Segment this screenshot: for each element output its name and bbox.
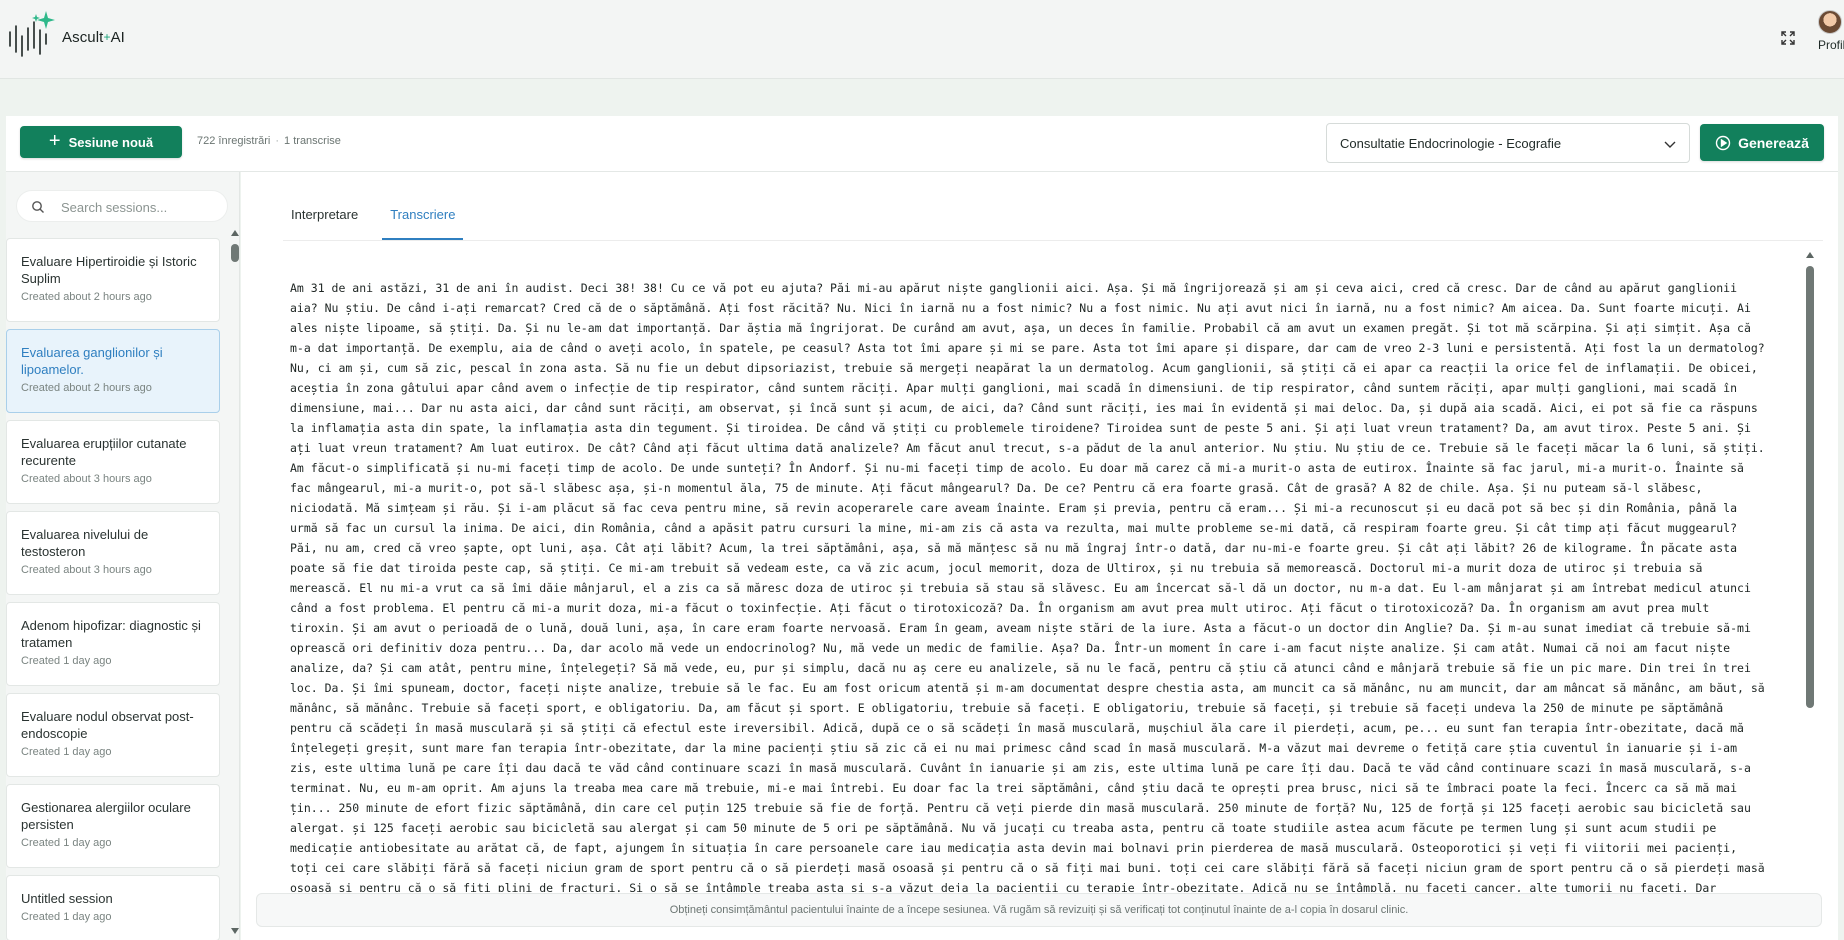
session-title: Evaluarea ganglionilor și lipoamelor. (21, 345, 163, 377)
session-title: Evaluarea nivelului de testosteron (21, 527, 149, 559)
consent-notice: Obțineți consimțământul pacientului înai… (256, 893, 1822, 927)
app-name: Ascult+AI (62, 29, 125, 46)
view-tabs: Interpretare Transcriere (283, 204, 479, 240)
session-created: Created about 2 hours ago (21, 291, 152, 303)
profile-label: Profil (1818, 38, 1844, 52)
session-item[interactable]: Evaluare nodul observat post-endoscopie … (6, 693, 220, 777)
session-item[interactable]: Evaluare Hipertiroidie și Istoric Suplim… (6, 238, 220, 322)
template-select-value: Consultatie Endocrinologie - Ecografie (1340, 135, 1562, 151)
sidebar-scrollbar[interactable] (230, 230, 240, 940)
transcript-text: Am 31 de ani astăzi, 31 de ani în audist… (290, 281, 1765, 892)
profile-menu[interactable]: Profil (1818, 10, 1844, 60)
search-box[interactable] (16, 190, 228, 222)
new-session-label: Sesiune nouă (68, 134, 154, 150)
session-title: Adenom hipofizar: diagnostic și tratamen (21, 618, 201, 650)
session-item[interactable]: Evaluarea erupțiilor cutanate recurente … (6, 420, 220, 504)
session-created: Created 1 day ago (21, 911, 112, 923)
session-created: Created 1 day ago (21, 837, 112, 849)
session-item[interactable]: Gestionarea alergiilor oculare persisten… (6, 784, 220, 868)
session-title: Evaluare Hipertiroidie și Istoric Suplim (21, 254, 197, 286)
chevron-down-icon (1664, 141, 1676, 148)
recordings-count: 722 înregistrări (197, 135, 271, 147)
session-item[interactable]: Adenom hipofizar: diagnostic și tratamen… (6, 602, 220, 686)
tabs-divider (283, 240, 1823, 241)
session-title: Gestionarea alergiilor oculare persisten (21, 800, 191, 832)
session-created: Created about 3 hours ago (21, 473, 152, 485)
scroll-thumb[interactable] (231, 244, 239, 262)
template-select[interactable]: Consultatie Endocrinologie - Ecografie (1326, 123, 1690, 163)
main-panel: Interpretare Transcriere Am 31 de ani as… (241, 172, 1838, 940)
recording-counts: 722 înregistrări · 1 transcrise (197, 135, 341, 147)
session-item[interactable]: Untitled session Created 1 day ago (6, 875, 220, 940)
search-input[interactable] (61, 197, 221, 217)
session-created: Created about 3 hours ago (21, 564, 152, 576)
top-bar: Ascult+AI Profil (0, 0, 1844, 79)
session-created: Created about 2 hours ago (21, 382, 152, 394)
tab-interpretare[interactable]: Interpretare (283, 204, 366, 240)
plus-icon: + (48, 130, 61, 152)
new-session-button[interactable]: + Sesiune nouă (20, 126, 182, 158)
scroll-down-arrow-icon[interactable] (231, 928, 239, 934)
session-created: Created 1 day ago (21, 655, 112, 667)
session-item-active[interactable]: Evaluarea ganglionilor și lipoamelor. Cr… (6, 329, 220, 413)
session-title: Evaluarea erupțiilor cutanate recurente (21, 436, 187, 468)
scroll-up-arrow-icon[interactable] (231, 230, 239, 236)
search-icon (32, 201, 44, 213)
session-title: Untitled session (21, 891, 113, 906)
avatar (1818, 10, 1842, 34)
session-created: Created 1 day ago (21, 746, 112, 758)
session-toolbar: + Sesiune nouă 722 înregistrări · 1 transc… (6, 116, 1838, 172)
transcript-scrollbar[interactable] (1804, 252, 1816, 912)
play-circle-icon (1715, 135, 1731, 150)
session-list: Evaluare Hipertiroidie și Istoric Suplim… (6, 238, 226, 940)
session-title: Evaluare nodul observat post-endoscopie (21, 709, 194, 741)
scroll-thumb[interactable] (1806, 266, 1814, 708)
scroll-up-arrow-icon[interactable] (1806, 252, 1814, 258)
generate-label: Generează (1738, 134, 1809, 151)
expand-icon[interactable] (1780, 30, 1796, 46)
sessions-sidebar: Evaluare Hipertiroidie și Istoric Suplim… (6, 172, 240, 940)
transcripts-count: 1 transcrise (284, 135, 341, 147)
session-item[interactable]: Evaluarea nivelului de testosteron Creat… (6, 511, 220, 595)
generate-button[interactable]: Generează (1700, 124, 1824, 161)
tab-transcriere[interactable]: Transcriere (382, 204, 464, 240)
